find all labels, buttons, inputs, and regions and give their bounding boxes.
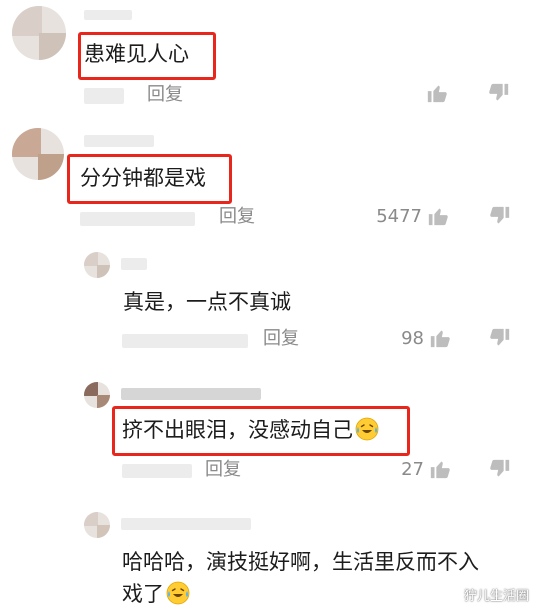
- crying-laughing-emoji-icon: [166, 581, 190, 605]
- thumbs-up-icon[interactable]: [426, 82, 448, 104]
- timestamp-blurred: [122, 464, 192, 478]
- avatar[interactable]: [84, 382, 110, 408]
- thumbs-down-icon[interactable]: [489, 327, 511, 349]
- crying-laughing-emoji-icon: [355, 417, 379, 441]
- comment-text: 分分钟都是戏: [80, 166, 206, 190]
- avatar[interactable]: [84, 512, 110, 538]
- reply-text: 真是，一点不真诚: [123, 290, 291, 314]
- thumbs-down-icon[interactable]: [488, 82, 510, 104]
- avatar[interactable]: [12, 6, 66, 60]
- timestamp-blurred: [122, 334, 248, 348]
- thumbs-up-icon[interactable]: [429, 327, 451, 349]
- timestamp-blurred: [80, 212, 195, 226]
- username-blurred[interactable]: [121, 388, 261, 400]
- watermark: 狞儿生活圈: [463, 589, 529, 604]
- username-blurred[interactable]: [84, 10, 132, 20]
- avatar[interactable]: [84, 252, 110, 278]
- username-blurred[interactable]: [121, 518, 251, 530]
- like-count: 5477: [376, 206, 422, 227]
- reply-button[interactable]: 回复: [263, 328, 299, 350]
- avatar[interactable]: [12, 128, 64, 180]
- reply-text-content: 挤不出眼泪，没感动自己: [122, 418, 353, 442]
- like-count: 98: [401, 328, 424, 349]
- reply-text-line2-content: 戏了: [122, 582, 164, 606]
- thumbs-up-icon[interactable]: [429, 458, 451, 480]
- reply-text-line1: 哈哈哈，演技挺好啊，生活里反而不入: [122, 550, 479, 574]
- thumbs-down-icon[interactable]: [489, 205, 511, 227]
- reply-button[interactable]: 回复: [219, 206, 255, 228]
- reply-button[interactable]: 回复: [205, 459, 241, 481]
- reply-button[interactable]: 回复: [147, 84, 183, 106]
- thumbs-down-icon[interactable]: [489, 458, 511, 480]
- reply-text: 挤不出眼泪，没感动自己: [122, 416, 379, 444]
- thumbs-up-icon[interactable]: [427, 205, 449, 227]
- reply-text-line2: 戏了: [122, 580, 190, 608]
- timestamp-blurred: [84, 88, 124, 104]
- comment-text: 患难见人心: [84, 42, 189, 66]
- username-blurred[interactable]: [84, 135, 154, 147]
- username-blurred[interactable]: [121, 258, 147, 270]
- like-count: 27: [401, 459, 424, 480]
